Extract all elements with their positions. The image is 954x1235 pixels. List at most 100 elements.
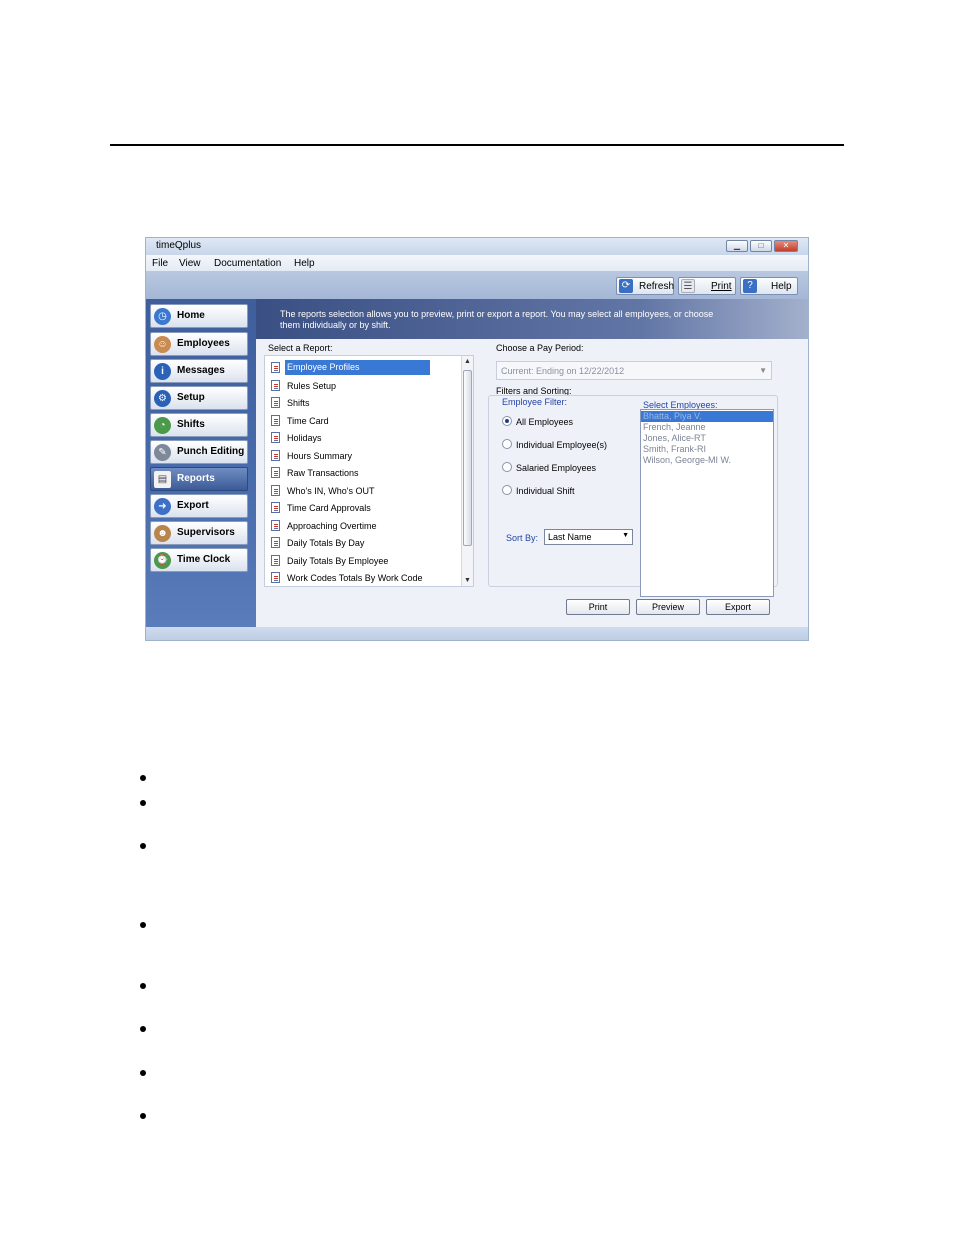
- list-item[interactable]: Rules Setup: [265, 378, 461, 394]
- refresh-button[interactable]: ⟳ Refresh: [616, 277, 674, 295]
- document-icon: [271, 432, 280, 443]
- employee-list[interactable]: Bhatta, Piya V. French, Jeanne Jones, Al…: [640, 409, 774, 597]
- sidebar-item-punch-editing[interactable]: ✎ Punch Editing: [150, 440, 248, 464]
- select-report-label: Select a Report:: [268, 343, 333, 353]
- sidebar-item-export[interactable]: ➜ Export: [150, 494, 248, 518]
- sidebar-item-setup[interactable]: ⚙ Setup: [150, 386, 248, 410]
- list-item[interactable]: Raw Transactions: [265, 465, 461, 481]
- document-icon: [271, 555, 280, 566]
- scroll-down-icon[interactable]: ▼: [464, 577, 471, 584]
- refresh-icon: ⟳: [619, 279, 633, 293]
- bullet-point: [140, 1070, 146, 1076]
- radio-all-employees[interactable]: [502, 416, 512, 426]
- document-icon: [271, 520, 280, 531]
- sort-by-label: Sort By:: [506, 533, 539, 543]
- group-icon: ☻: [154, 525, 171, 542]
- bullet-point: [140, 922, 146, 928]
- gear-icon: ⚙: [154, 390, 171, 407]
- sidebar-item-home[interactable]: ◷ Home: [150, 304, 248, 328]
- export-report-button[interactable]: Export: [706, 599, 770, 615]
- timeclock-icon: ⌚: [154, 552, 171, 569]
- print-icon: ☰: [681, 279, 695, 293]
- minimize-button[interactable]: ▁: [726, 240, 748, 252]
- option-individual-shift: Individual Shift: [516, 486, 575, 496]
- sidebar: ◷ Home ☺ Employees i Messages ⚙ Setup ◔ …: [146, 299, 256, 627]
- list-item[interactable]: Jones, Alice-RT: [643, 433, 706, 443]
- sidebar-item-reports[interactable]: ▤ Reports: [150, 467, 248, 491]
- close-icon: ✕: [782, 241, 790, 250]
- menu-help[interactable]: Help: [294, 258, 315, 269]
- list-item[interactable]: Time Card: [265, 413, 461, 429]
- list-item[interactable]: Smith, Frank-RI: [643, 444, 706, 454]
- option-salaried-employees: Salaried Employees: [516, 463, 597, 473]
- export-icon: ➜: [154, 498, 171, 515]
- report-icon: ▤: [154, 471, 171, 488]
- pay-period-label: Choose a Pay Period:: [496, 343, 584, 353]
- menu-view[interactable]: View: [179, 258, 201, 269]
- radio-individual-shift[interactable]: [502, 485, 512, 495]
- bullet-point: [140, 983, 146, 989]
- list-item[interactable]: Holidays: [265, 430, 461, 446]
- bullet-point: [140, 843, 146, 849]
- list-item[interactable]: Approaching Overtime: [265, 518, 461, 534]
- menu-documentation[interactable]: Documentation: [214, 258, 281, 269]
- maximize-icon: □: [758, 241, 764, 250]
- list-item[interactable]: Employee Profiles: [265, 360, 461, 376]
- print-report-button[interactable]: Print: [566, 599, 630, 615]
- radio-individual-employees[interactable]: [502, 439, 512, 449]
- sidebar-item-shifts[interactable]: ◔ Shifts: [150, 413, 248, 437]
- menu-bar: File View Documentation Help: [146, 255, 808, 271]
- document-icon: [271, 485, 280, 496]
- print-button[interactable]: ☰ Print: [678, 277, 736, 295]
- document-icon: [271, 450, 280, 461]
- list-item[interactable]: Bhatta, Piya V.: [641, 411, 773, 422]
- list-item[interactable]: Wilson, George-MI W.: [643, 455, 731, 465]
- scroll-thumb[interactable]: [463, 370, 472, 546]
- help-button[interactable]: ? Help: [740, 277, 798, 295]
- maximize-button[interactable]: □: [750, 240, 772, 252]
- list-item[interactable]: Shifts: [265, 395, 461, 411]
- preview-report-button[interactable]: Preview: [636, 599, 700, 615]
- list-item[interactable]: Daily Totals By Employee: [265, 553, 461, 569]
- list-item[interactable]: Time Card Approvals: [265, 500, 461, 516]
- sidebar-item-messages[interactable]: i Messages: [150, 359, 248, 383]
- menu-file[interactable]: File: [152, 258, 168, 269]
- document-icon: [271, 572, 280, 583]
- list-item[interactable]: Daily Totals By Day: [265, 535, 461, 551]
- window-title: timeQplus: [156, 240, 202, 251]
- document-icon: [271, 467, 280, 478]
- list-item[interactable]: Work Codes Totals By Work Code: [265, 570, 461, 586]
- reports-header: The reports selection allows you to prev…: [256, 299, 808, 339]
- chevron-down-icon: ▼: [622, 532, 629, 539]
- toolbar: ⟳ Refresh ☰ Print ? Help: [146, 271, 808, 299]
- page-divider: [110, 144, 844, 146]
- list-item[interactable]: French, Jeanne: [643, 422, 706, 432]
- close-button[interactable]: ✕: [774, 240, 798, 252]
- bullet-point: [140, 800, 146, 806]
- status-bar: [146, 627, 808, 640]
- sidebar-item-time-clock[interactable]: ⌚ Time Clock: [150, 548, 248, 572]
- bullet-point: [140, 775, 146, 781]
- document-icon: [271, 362, 280, 373]
- sort-by-select[interactable]: Last Name ▼: [544, 529, 633, 545]
- option-all-employees: All Employees: [516, 417, 574, 427]
- document-icon: [271, 397, 280, 408]
- radio-salaried-employees[interactable]: [502, 462, 512, 472]
- list-item[interactable]: Who's IN, Who's OUT: [265, 483, 461, 499]
- document-icon: [271, 415, 280, 426]
- info-icon: i: [154, 363, 171, 380]
- scroll-up-icon[interactable]: ▲: [464, 358, 471, 365]
- list-item[interactable]: Hours Summary: [265, 448, 461, 464]
- chevron-down-icon: ▼: [759, 366, 767, 375]
- pay-period-select[interactable]: Current: Ending on 12/22/2012 ▼: [496, 361, 772, 380]
- sidebar-item-employees[interactable]: ☺ Employees: [150, 332, 248, 356]
- document-icon: [271, 502, 280, 513]
- sidebar-item-supervisors[interactable]: ☻ Supervisors: [150, 521, 248, 545]
- app-window: timeQplus ▁ □ ✕ File View Documentation …: [145, 237, 809, 641]
- edit-icon: ✎: [154, 444, 171, 461]
- reports-panel: Select a Report: Employee Profiles Rules…: [256, 339, 808, 627]
- report-list-scrollbar[interactable]: ▲ ▼: [461, 356, 473, 586]
- option-individual-employees: Individual Employee(s): [516, 440, 608, 450]
- report-list[interactable]: Employee Profiles Rules Setup Shifts Tim…: [264, 355, 474, 587]
- document-icon: [271, 537, 280, 548]
